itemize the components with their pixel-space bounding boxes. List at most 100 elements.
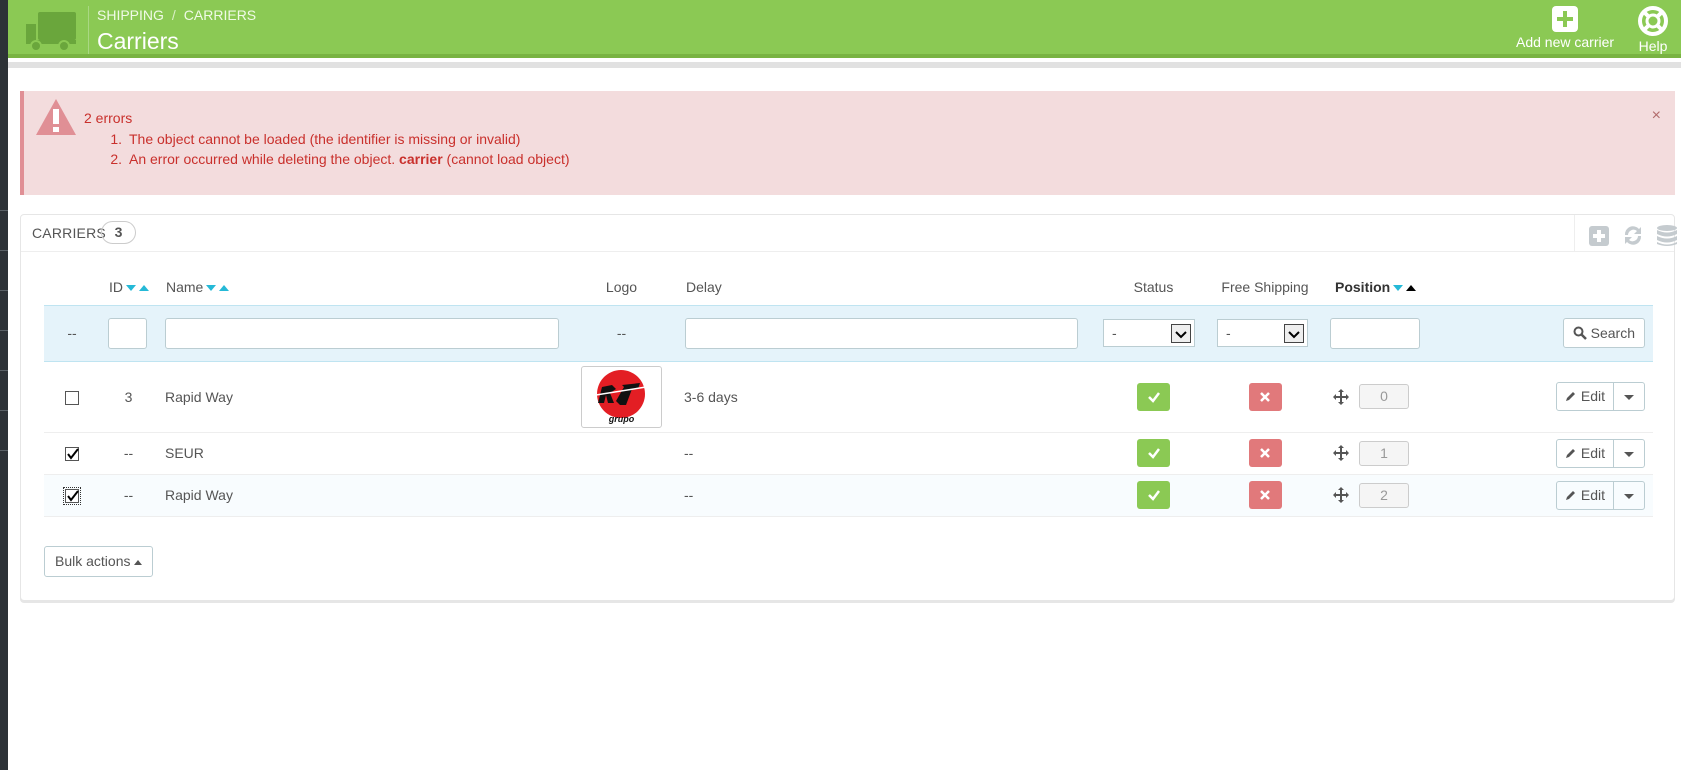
edit-button[interactable]: Edit [1557,481,1614,509]
check-icon [1147,391,1160,403]
cell-id: -- [100,474,157,517]
breadcrumb-carriers[interactable]: CARRIERS [184,7,256,23]
header-shadow [8,62,1681,68]
status-enabled-toggle[interactable] [1137,481,1170,509]
carrier-count-badge: 3 [101,221,136,244]
edit-button[interactable]: Edit [1557,439,1614,467]
column-id: ID [100,269,157,305]
column-status: Status [1133,278,1174,295]
add-icon[interactable] [1587,223,1611,247]
chevron-down-icon [1171,324,1191,343]
panel-heading: CARRIERS 3 [21,215,1677,252]
database-icon[interactable] [1655,223,1679,247]
error-list: 1. The object cannot be loaded (the ident… [84,129,570,169]
status-enabled-toggle[interactable] [1137,439,1170,467]
close-alert-icon[interactable]: × [1652,107,1661,125]
status-enabled-toggle[interactable] [1137,382,1170,411]
row-checkbox-checked[interactable] [63,487,81,506]
caret-down-icon [1624,451,1634,457]
breadcrumb-shipping[interactable]: SHIPPING [97,7,164,23]
more-actions-dropdown[interactable] [1614,482,1644,509]
help-button[interactable]: Help [1638,6,1668,54]
column-logo: Logo [605,278,638,295]
plus-square-icon [1552,6,1579,32]
chevron-down-icon [1284,324,1304,343]
close-icon [1260,448,1270,458]
cell-name: SEUR [157,432,566,475]
filter-delay-input[interactable] [685,317,1078,349]
caret-down-icon [1624,493,1634,499]
pencil-icon [1565,490,1575,500]
table-row: -- SEUR -- 1 Edit [44,432,1653,475]
filter-status-select[interactable]: - [1103,319,1195,347]
pencil-icon [1565,392,1575,401]
carrier-logo-text: grupo [608,413,635,424]
move-arrows-icon[interactable] [1333,487,1349,503]
close-icon [1260,391,1270,402]
free-shipping-disabled-toggle[interactable] [1248,439,1282,467]
left-edge-strip [0,0,8,770]
cell-delay: -- [677,474,1097,517]
cell-id: 3 [100,361,157,433]
free-shipping-disabled-toggle[interactable] [1248,481,1282,509]
breadcrumb-separator: / [171,7,176,23]
column-position-label: Position [1335,278,1391,295]
page-header: SHIPPING / CARRIERS Carriers Add new carri… [8,0,1681,58]
row-checkbox[interactable] [65,390,79,405]
filter-name-input[interactable] [165,317,559,349]
more-actions-dropdown[interactable] [1614,440,1644,467]
sort-desc-icon[interactable] [126,285,136,292]
sort-desc-icon[interactable] [1393,285,1404,292]
truck-icon [26,12,76,52]
cell-id: -- [100,432,157,475]
move-arrows-icon[interactable] [1333,445,1349,461]
more-actions-dropdown[interactable] [1614,383,1644,410]
row-checkbox-checked[interactable] [65,447,79,462]
free-shipping-disabled-toggle[interactable] [1248,382,1282,411]
header-select [44,269,100,305]
filter-row: -- -- - - Search [44,304,1653,362]
cell-name: Rapid Way [157,361,566,433]
filter-logo-placeholder: -- [566,304,677,362]
search-button[interactable]: Search [1562,318,1645,348]
cell-delay: 3-6 days [677,361,1097,433]
column-position: Position [1320,269,1510,305]
page-title: Carriers [97,28,179,54]
edit-label: Edit [1580,486,1605,503]
caret-up-icon [134,559,143,565]
column-delay: Delay [686,278,722,295]
filter-free-shipping-select[interactable]: - [1217,319,1308,347]
header-divider [88,6,89,54]
sort-desc-icon[interactable] [206,285,217,292]
cell-delay: -- [677,432,1097,475]
error-count: 2 errors [84,110,133,126]
column-free-shipping: Free Shipping [1221,278,1309,295]
edit-button[interactable]: Edit [1557,383,1614,410]
filter-status-value: - [1112,325,1117,341]
lifebuoy-icon [1638,6,1668,36]
row-actions: Edit [1555,480,1645,510]
filter-id-input[interactable] [108,317,147,349]
error-item: 2. An error occurred while deleting the o… [110,151,570,167]
cell-logo-empty [566,474,677,517]
error-alert: 2 errors 1. The object cannot be loaded (… [20,91,1675,195]
close-icon [1260,490,1270,500]
row-actions: Edit [1555,382,1645,411]
add-new-carrier-button[interactable]: Add new carrier [1516,6,1614,50]
filter-position-input[interactable] [1330,317,1420,349]
sort-asc-icon[interactable] [219,285,230,292]
carriers-panel: CARRIERS 3 ID Name Logo Delay Status Fre… [20,214,1677,601]
sort-asc-icon[interactable] [139,285,149,292]
refresh-icon[interactable] [1621,223,1645,247]
sort-asc-active-icon[interactable] [1406,285,1417,292]
breadcrumb: SHIPPING / CARRIERS [97,7,256,23]
bulk-actions-button[interactable]: Bulk actions [44,546,154,577]
filter-select-placeholder: -- [44,304,100,362]
cell-name: Rapid Way [157,474,566,517]
bulk-actions-label: Bulk actions [55,553,131,569]
search-icon [1573,326,1587,340]
move-arrows-icon[interactable] [1333,388,1349,405]
filter-free-shipping-value: - [1226,325,1231,341]
table-header-row: ID Name Logo Delay Status Free Shipping … [44,269,1653,305]
edit-label: Edit [1580,388,1605,404]
